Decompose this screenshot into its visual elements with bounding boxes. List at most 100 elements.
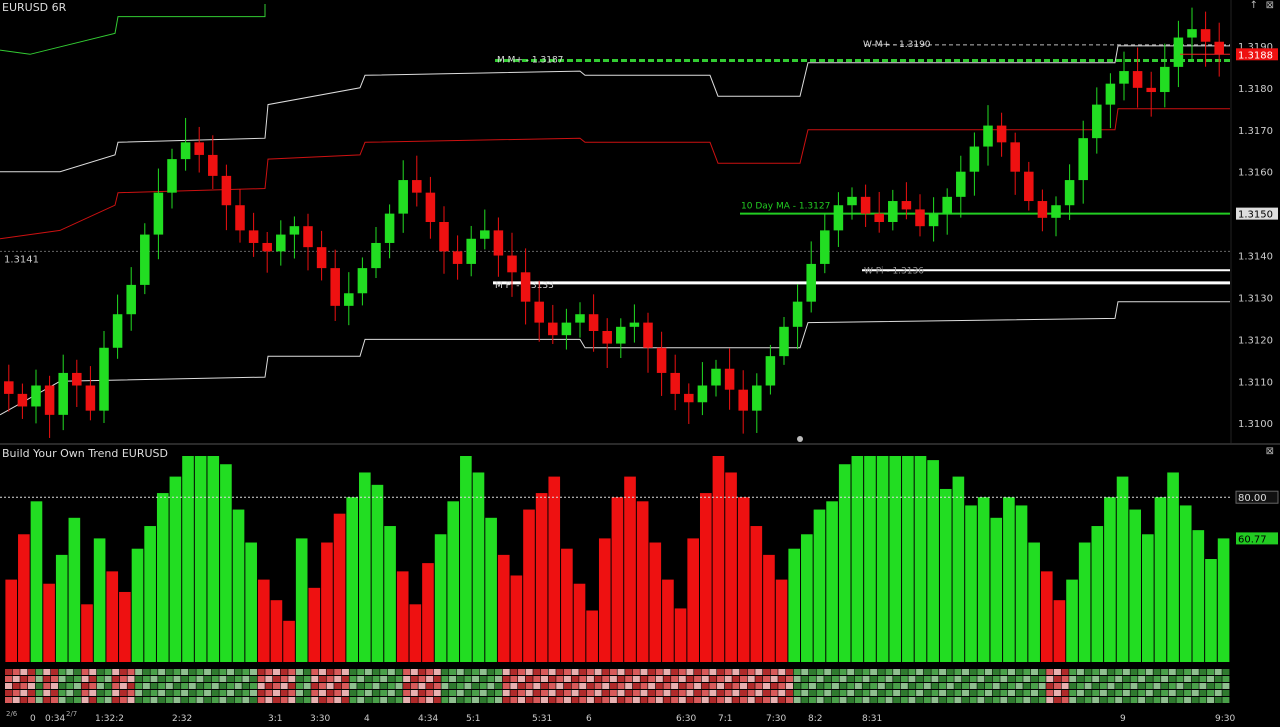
heat-cell bbox=[441, 697, 449, 703]
heat-cell bbox=[81, 669, 89, 675]
heat-cell bbox=[1222, 690, 1230, 696]
heat-cell bbox=[495, 683, 503, 689]
heat-cell bbox=[969, 676, 977, 682]
heat-cell bbox=[135, 690, 143, 696]
heat-cell bbox=[441, 676, 449, 682]
heat-cell bbox=[487, 690, 495, 696]
indicator-bar bbox=[1078, 542, 1091, 662]
heat-cell bbox=[1184, 669, 1192, 675]
heat-cell bbox=[20, 697, 28, 703]
heat-cell bbox=[227, 683, 235, 689]
heat-cell bbox=[862, 683, 870, 689]
heat-cell bbox=[1107, 683, 1115, 689]
heat-cell bbox=[341, 676, 349, 682]
heat-cell bbox=[1046, 690, 1054, 696]
indicator-bar bbox=[1205, 559, 1217, 662]
indicator-bar bbox=[586, 610, 598, 662]
heat-cell bbox=[119, 683, 127, 689]
heat-cell bbox=[609, 697, 617, 703]
heat-cell bbox=[717, 697, 725, 703]
w-mplus-label: W M+ - 1.3190 bbox=[863, 40, 931, 50]
heat-cell bbox=[410, 690, 418, 696]
heat-cell bbox=[1222, 669, 1230, 675]
heat-cell bbox=[211, 697, 219, 703]
heat-cell bbox=[112, 690, 120, 696]
heat-cell bbox=[73, 676, 81, 682]
indicator-chart[interactable]: 80.00 60.77 bbox=[0, 446, 1280, 666]
heat-cell bbox=[877, 690, 885, 696]
heat-cell bbox=[1076, 697, 1084, 703]
heat-cell bbox=[594, 683, 602, 689]
heat-cell bbox=[1176, 690, 1184, 696]
candle-body bbox=[792, 301, 803, 327]
candle-body bbox=[276, 234, 286, 252]
candle-body bbox=[996, 125, 1007, 143]
heat-cell bbox=[1061, 697, 1069, 703]
heat-cell bbox=[181, 697, 189, 703]
heat-cell bbox=[1191, 676, 1199, 682]
candle-body bbox=[126, 284, 136, 315]
heat-cell bbox=[969, 697, 977, 703]
heat-cell bbox=[127, 683, 135, 689]
heat-cell bbox=[724, 697, 732, 703]
heat-cell bbox=[1069, 690, 1077, 696]
heat-cell bbox=[1000, 683, 1008, 689]
pane-divider[interactable] bbox=[0, 443, 1280, 445]
heat-cell bbox=[732, 690, 740, 696]
heat-cell bbox=[142, 697, 150, 703]
indicator-bar bbox=[1141, 534, 1154, 662]
heat-cell bbox=[96, 683, 104, 689]
y-tick-label: 1.3170 bbox=[1238, 126, 1273, 137]
heat-cell bbox=[1069, 676, 1077, 682]
y-tick-label: 1.3100 bbox=[1238, 419, 1273, 430]
candle-body bbox=[140, 234, 150, 285]
heat-cell bbox=[104, 683, 112, 689]
heat-cell bbox=[1069, 683, 1077, 689]
indicator-bar bbox=[990, 517, 1003, 662]
heat-cell bbox=[5, 683, 13, 689]
indicator-bar bbox=[750, 526, 763, 662]
heat-cell bbox=[923, 683, 931, 689]
heat-cell bbox=[349, 697, 357, 703]
heat-cell bbox=[563, 669, 571, 675]
heat-cell bbox=[272, 697, 281, 703]
y-tick-label: 1.3180 bbox=[1238, 84, 1273, 95]
heat-cell bbox=[686, 697, 694, 703]
heat-cell bbox=[1184, 690, 1192, 696]
heat-cell bbox=[816, 676, 824, 682]
indicator-close-icon[interactable]: ⊠ bbox=[1266, 446, 1274, 457]
indicator-bar bbox=[1116, 476, 1129, 662]
indicator-bar bbox=[283, 620, 295, 662]
heat-cell bbox=[1092, 690, 1100, 696]
heat-cell bbox=[1000, 697, 1008, 703]
indicator-bar bbox=[649, 542, 662, 662]
indicator-bar bbox=[889, 456, 902, 662]
heat-cell bbox=[66, 669, 74, 675]
up-arrow-icon[interactable]: ↑ bbox=[1250, 0, 1258, 11]
heat-cell bbox=[472, 697, 480, 703]
candle-body bbox=[85, 385, 96, 411]
pivot-line-red bbox=[0, 108, 1230, 240]
heat-cell bbox=[839, 676, 847, 682]
indicator-pane[interactable]: 80.00 60.77 Build Your Own Trend EURUSD ⊠ bbox=[0, 446, 1280, 666]
price-chart[interactable]: 1.31901.31801.31701.31601.31501.31401.31… bbox=[0, 0, 1280, 443]
price-chart-pane[interactable]: 1.31901.31801.31701.31601.31501.31401.31… bbox=[0, 0, 1280, 443]
heat-cell bbox=[1099, 697, 1107, 703]
heat-cell bbox=[12, 669, 20, 675]
heat-cell bbox=[571, 683, 579, 689]
time-tick-label: 4 bbox=[364, 714, 370, 723]
heat-cell bbox=[908, 697, 916, 703]
heat-cell bbox=[502, 669, 510, 675]
heat-cell bbox=[311, 697, 319, 703]
heat-cell bbox=[586, 690, 594, 696]
indicator-bar bbox=[1015, 505, 1028, 662]
heat-cell bbox=[540, 697, 548, 703]
heat-cell bbox=[181, 669, 189, 675]
close-icon[interactable]: ⊠ bbox=[1266, 0, 1274, 11]
heat-cell bbox=[801, 690, 809, 696]
heat-cell bbox=[387, 690, 395, 696]
candle-body bbox=[643, 322, 653, 348]
indicator-title: Build Your Own Trend EURUSD bbox=[2, 447, 168, 460]
heat-cell bbox=[977, 697, 985, 703]
heat-cell bbox=[58, 669, 66, 675]
